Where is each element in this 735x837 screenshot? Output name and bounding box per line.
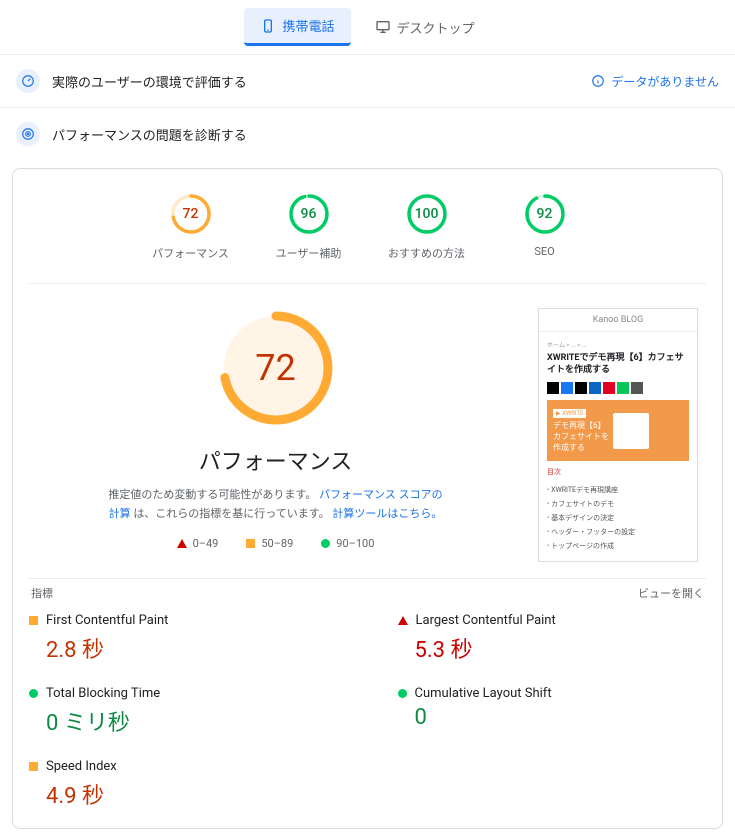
tab-mobile[interactable]: 携帯電話 [244, 8, 350, 46]
section-diagnose: パフォーマンスの問題を診断する [0, 108, 735, 160]
metric-name: Speed Index [46, 759, 117, 774]
gauge-3[interactable]: 92 SEO [500, 193, 590, 261]
performance-title: パフォーマンス [199, 444, 353, 476]
device-tabs: 携帯電話 デスクトップ [0, 0, 735, 54]
preview-toc-list: XWRITEデモ再現講座カフェサイトのデモ基本デザインの決定ヘッダー・フッターの… [547, 483, 689, 553]
smartphone-icon [260, 18, 276, 34]
metrics-grid: First Contentful Paint 2.8 秒 Largest Con… [29, 611, 706, 812]
preview-social-row [547, 382, 689, 394]
section-real-user-title: 実際のユーザーの環境で評価する [52, 72, 247, 91]
preview-toc-label: 目次 [547, 467, 689, 477]
metrics-label: 指標 [31, 585, 53, 601]
metric-name: Cumulative Layout Shift [415, 686, 552, 701]
metric-value: 4.9 秒 [46, 778, 338, 810]
triangle-icon [398, 616, 408, 625]
tab-desktop-label: デスクトップ [397, 18, 475, 37]
metric-name: Largest Contentful Paint [416, 613, 556, 628]
metric-0: First Contentful Paint 2.8 秒 [29, 611, 338, 666]
metric-value: 2.8 秒 [46, 632, 338, 664]
performance-description: 推定値のため変動する可能性があります。 パフォーマンス スコアの計算 は、これら… [106, 486, 446, 523]
target-icon [16, 122, 40, 146]
square-icon [246, 539, 255, 548]
preview-title: XWRITEでデモ再現【6】カフェサイトを作成する [547, 353, 689, 376]
score-gauges-row: 72 パフォーマンス 96 ユーザー補助 100 おすすめの方法 92 [29, 185, 706, 284]
gauge-0[interactable]: 72 パフォーマンス [146, 193, 236, 261]
performance-big-gauge: 72 [216, 308, 336, 428]
metric-name: First Contentful Paint [46, 613, 168, 628]
circle-icon [321, 539, 330, 548]
metric-name: Total Blocking Time [46, 686, 160, 701]
no-data-link[interactable]: データがありません [591, 73, 719, 90]
preview-toc-item: トップページの作成 [547, 539, 689, 553]
gauge-2[interactable]: 100 おすすめの方法 [382, 193, 472, 261]
tab-desktop[interactable]: デスクトップ [359, 8, 491, 46]
preview-hero-image [613, 413, 649, 449]
preview-hero: ▶ XWRITE デモ再現【6】 カフェサイトを 作成する [547, 400, 689, 461]
page-screenshot-preview: Kanoo BLOG ホーム > ... > ... XWRITEでデモ再現【6… [538, 308, 698, 562]
square-icon [29, 762, 38, 771]
metric-value: 0 [415, 705, 707, 730]
circle-icon [398, 689, 407, 698]
metric-value: 5.3 秒 [415, 632, 707, 664]
metric-3: Cumulative Layout Shift 0 [398, 684, 707, 739]
metrics-header: 指標 ビューを開く [29, 578, 706, 611]
metric-1: Largest Contentful Paint 5.3 秒 [398, 611, 707, 666]
gauge-icon [16, 69, 40, 93]
square-icon [29, 616, 38, 625]
preview-toc-item: ヘッダー・フッターの設定 [547, 525, 689, 539]
calculator-link[interactable]: 計算ツールはこちら。 [332, 507, 442, 520]
preview-toc-item: カフェサイトのデモ [547, 497, 689, 511]
circle-icon [29, 689, 38, 698]
big-gauge-score: 72 [216, 308, 336, 428]
score-legend: 0–49 50–89 90–100 [177, 537, 375, 550]
metric-4: Speed Index 4.9 秒 [29, 757, 338, 812]
metric-value: 0 ミリ秒 [46, 705, 338, 737]
triangle-icon [177, 539, 187, 548]
expand-view-button[interactable]: ビューを開く [638, 585, 704, 601]
preview-toc-item: 基本デザインの決定 [547, 511, 689, 525]
section-real-user: 実際のユーザーの環境で評価する データがありません [0, 54, 735, 108]
preview-breadcrumb: ホーム > ... > ... [547, 340, 689, 349]
info-icon [591, 74, 605, 88]
preview-header: Kanoo BLOG [539, 309, 697, 332]
metric-2: Total Blocking Time 0 ミリ秒 [29, 684, 338, 739]
gauge-1[interactable]: 96 ユーザー補助 [264, 193, 354, 261]
diagnose-card: 72 パフォーマンス 96 ユーザー補助 100 おすすめの方法 92 [12, 168, 723, 829]
preview-toc-item: XWRITEデモ再現講座 [547, 483, 689, 497]
tab-mobile-label: 携帯電話 [282, 16, 334, 35]
section-diagnose-title: パフォーマンスの問題を診断する [52, 125, 247, 144]
desktop-icon [375, 19, 391, 35]
performance-detail-row: 72 パフォーマンス 推定値のため変動する可能性があります。 パフォーマンス ス… [29, 284, 706, 574]
